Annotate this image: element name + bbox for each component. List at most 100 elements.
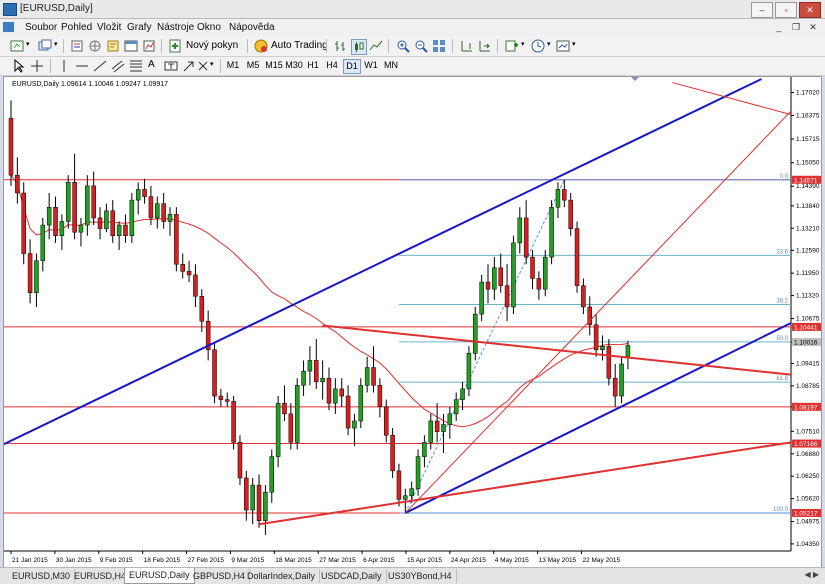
- candle-body[interactable]: [275, 402, 281, 457]
- candle-body[interactable]: [256, 484, 262, 521]
- fibonacci-trend-line[interactable]: [404, 179, 565, 514]
- new-order-icon[interactable]: [168, 39, 182, 53]
- templates-icon[interactable]: [556, 39, 570, 53]
- candle-body[interactable]: [530, 256, 535, 279]
- candle-body[interactable]: [511, 242, 516, 308]
- candle-body[interactable]: [396, 470, 402, 500]
- fibonacci-icon[interactable]: [129, 59, 143, 73]
- timeframe-h1[interactable]: H1: [305, 59, 321, 72]
- chart-window-icon[interactable]: [3, 22, 14, 32]
- candle-body[interactable]: [383, 406, 389, 436]
- data-window-icon[interactable]: [88, 39, 102, 53]
- auto-trading-button[interactable]: Auto Trading: [271, 40, 328, 51]
- tab-scroll-icon[interactable]: ◀ ▶: [804, 570, 819, 579]
- menu-napoveda[interactable]: Nápověda: [229, 22, 275, 33]
- candle-body[interactable]: [186, 271, 192, 276]
- candle-body[interactable]: [434, 420, 440, 432]
- profiles-icon[interactable]: [38, 39, 52, 53]
- cursor-icon[interactable]: [12, 59, 26, 73]
- shapes-icon[interactable]: [196, 59, 210, 73]
- candle-body[interactable]: [492, 267, 497, 290]
- candle-body[interactable]: [15, 174, 20, 194]
- mdi-minimize-icon[interactable]: _: [773, 21, 785, 33]
- candle-body[interactable]: [498, 267, 503, 286]
- minimize-button[interactable]: –: [751, 2, 773, 18]
- trendline-icon[interactable]: [93, 59, 107, 73]
- timeframe-mn[interactable]: MN: [382, 59, 400, 72]
- timeframe-d1[interactable]: D1: [343, 59, 361, 74]
- chart-shift-icon[interactable]: [460, 39, 474, 53]
- candle-body[interactable]: [46, 206, 52, 226]
- zoom-out-icon[interactable]: [414, 39, 428, 53]
- candle-body[interactable]: [91, 185, 96, 219]
- candle-body[interactable]: [377, 385, 383, 407]
- market-watch-icon[interactable]: [70, 39, 84, 53]
- candle-body[interactable]: [155, 203, 160, 219]
- candle-body[interactable]: [364, 367, 370, 386]
- candle-body[interactable]: [409, 488, 414, 497]
- candle-body[interactable]: [72, 182, 77, 233]
- candle-body[interactable]: [314, 360, 319, 383]
- chart-shift-marker-icon[interactable]: [631, 77, 639, 81]
- candle-body[interactable]: [549, 206, 554, 258]
- candle-body[interactable]: [282, 402, 287, 415]
- candle-body[interactable]: [568, 199, 573, 229]
- candle-body[interactable]: [612, 377, 618, 397]
- candle-body[interactable]: [358, 385, 364, 422]
- candle-body[interactable]: [193, 274, 198, 297]
- tile-windows-icon[interactable]: [432, 39, 446, 53]
- candle-body[interactable]: [466, 353, 472, 390]
- candle-body[interactable]: [85, 185, 90, 226]
- candle-body[interactable]: [27, 253, 33, 293]
- candle-body[interactable]: [460, 388, 465, 400]
- candle-body[interactable]: [40, 224, 46, 261]
- candle-body[interactable]: [59, 221, 65, 236]
- candle-body[interactable]: [269, 456, 275, 493]
- candle-body[interactable]: [8, 117, 14, 176]
- candle-body[interactable]: [473, 313, 478, 354]
- zoom-in-icon[interactable]: [396, 39, 410, 53]
- candle-body[interactable]: [625, 345, 631, 357]
- arrow-tool-icon[interactable]: [182, 59, 196, 73]
- tab-eurusd-h4[interactable]: EURUSD,H4: [70, 569, 132, 583]
- dropdown-arrow-icon[interactable]: ▾: [26, 40, 30, 48]
- candle-body[interactable]: [104, 210, 109, 229]
- candle-body[interactable]: [288, 413, 294, 443]
- candle-body[interactable]: [199, 296, 205, 322]
- crosshair-icon[interactable]: [30, 59, 44, 73]
- channel-lower-line[interactable]: [404, 322, 792, 514]
- menu-vlozit[interactable]: Vložit: [97, 22, 121, 33]
- tab-us30ybond-h4[interactable]: US30YBond,H4: [384, 569, 457, 583]
- timeframe-m30[interactable]: M30: [285, 59, 303, 72]
- candle-body[interactable]: [517, 217, 523, 244]
- candle-body[interactable]: [301, 370, 306, 386]
- candle-body[interactable]: [403, 495, 408, 500]
- candle-body[interactable]: [555, 189, 561, 208]
- red-trendline-thin[interactable]: [404, 110, 792, 514]
- candle-body[interactable]: [447, 413, 453, 425]
- chart-area[interactable]: EURUSD,Daily 1.09614 1.10046 1.09247 1.0…: [3, 76, 822, 568]
- menu-soubor[interactable]: Soubor: [25, 22, 57, 33]
- red-trendline-middle[interactable]: [322, 324, 792, 376]
- menu-pohled[interactable]: Pohled: [61, 22, 92, 33]
- timeframe-m15[interactable]: M15: [265, 59, 283, 72]
- auto-scroll-icon[interactable]: [478, 39, 492, 53]
- candle-body[interactable]: [218, 395, 224, 400]
- menu-okno[interactable]: Okno: [197, 22, 221, 33]
- candle-body[interactable]: [536, 278, 542, 290]
- candle-body[interactable]: [352, 420, 357, 429]
- close-button[interactable]: ✕: [799, 2, 821, 18]
- candle-body[interactable]: [339, 388, 344, 397]
- candle-body[interactable]: [123, 224, 128, 236]
- line-chart-icon[interactable]: [369, 39, 383, 53]
- candle-body[interactable]: [110, 210, 116, 236]
- candle-body[interactable]: [390, 434, 395, 472]
- candle-body[interactable]: [212, 349, 217, 397]
- candle-body[interactable]: [415, 456, 421, 489]
- candle-body[interactable]: [345, 395, 351, 429]
- candle-body[interactable]: [294, 385, 300, 443]
- terminal-icon[interactable]: [124, 39, 138, 53]
- vertical-line-icon[interactable]: [57, 59, 71, 73]
- tab-eurusd-daily[interactable]: EURUSD,Daily: [124, 568, 195, 584]
- dropdown-arrow-icon[interactable]: ▾: [210, 60, 214, 68]
